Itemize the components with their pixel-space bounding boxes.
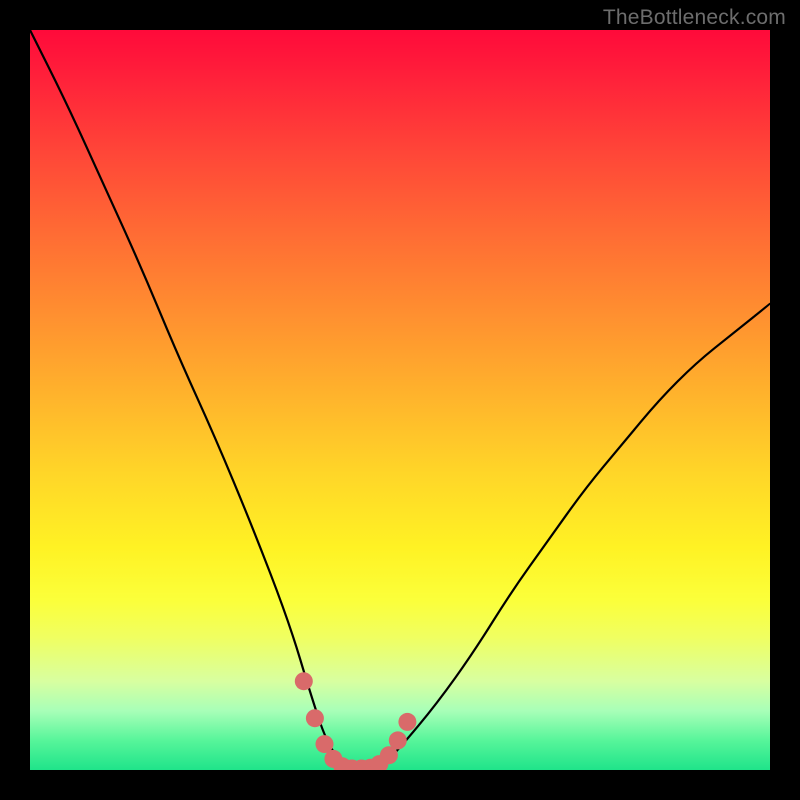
trough-dot — [398, 713, 416, 731]
trough-dot — [389, 731, 407, 749]
plot-area — [30, 30, 770, 770]
trough-dot — [295, 672, 313, 690]
bottleneck-curve — [30, 30, 770, 770]
chart-frame: TheBottleneck.com — [0, 0, 800, 800]
trough-dot — [306, 709, 324, 727]
curve-svg — [30, 30, 770, 770]
watermark-text: TheBottleneck.com — [603, 6, 786, 30]
trough-dots — [295, 672, 417, 770]
